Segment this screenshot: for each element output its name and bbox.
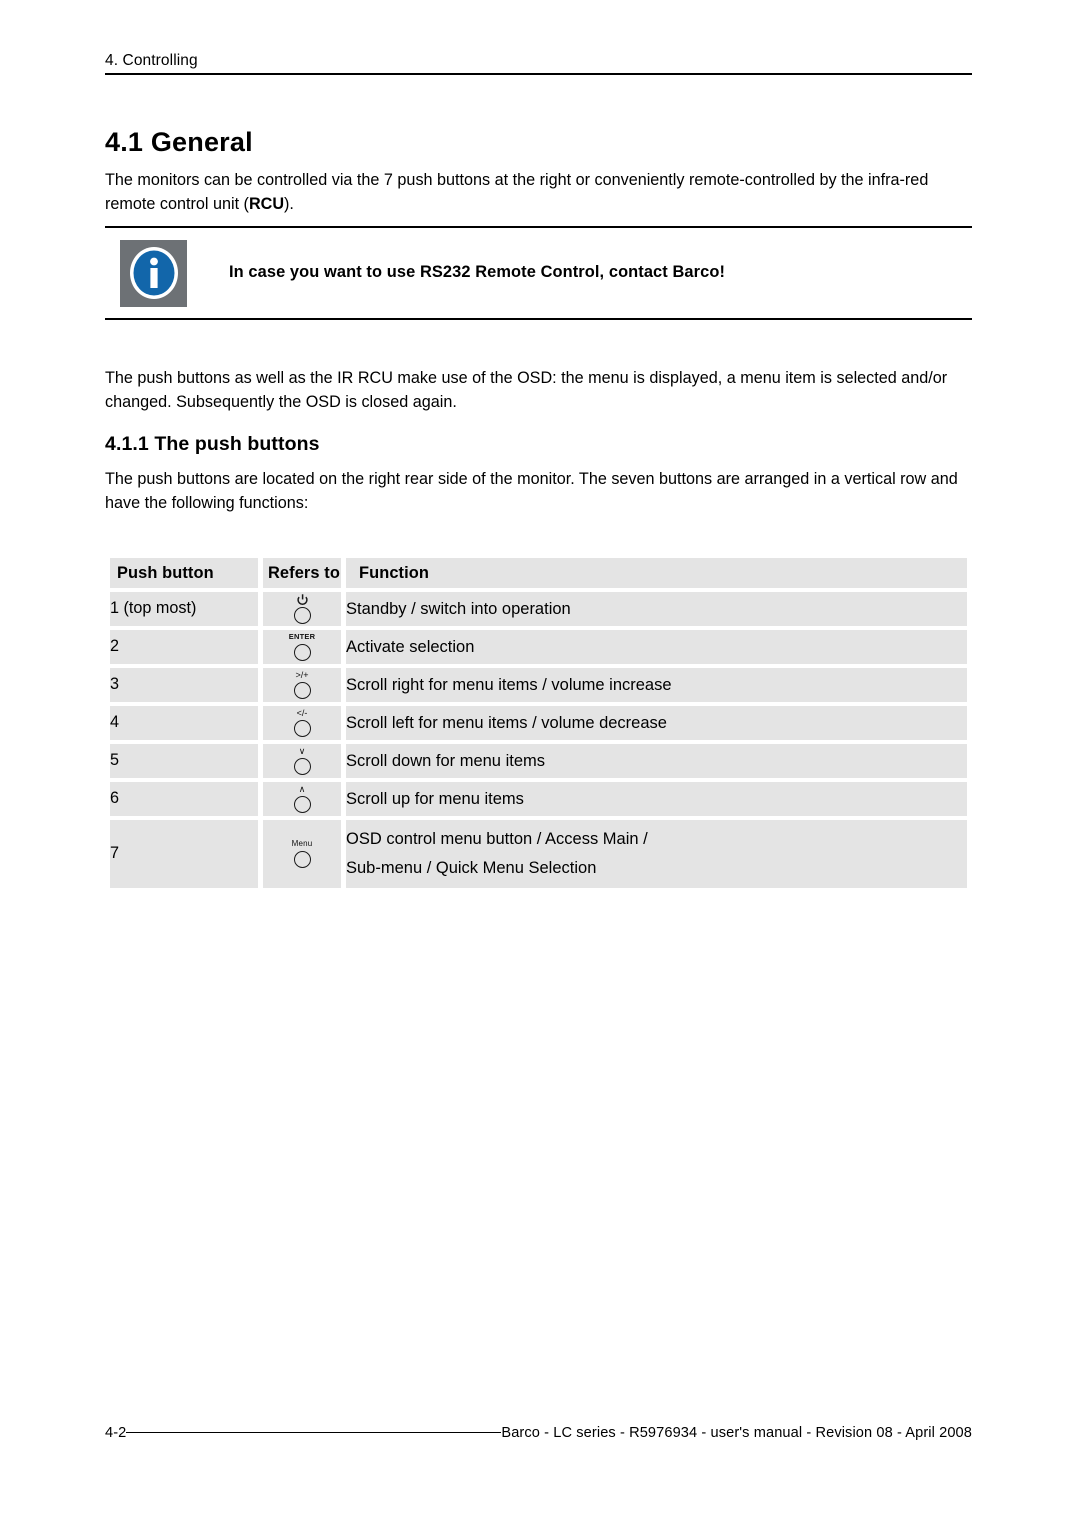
table-row: 4 </- Scroll left for menu items / volum… [110,706,967,740]
cell-refers-to: Menu [263,820,341,888]
button-ring [293,758,311,775]
table-row: 5 ∨ Scroll down for menu items [110,744,967,778]
intro-text-bold: RCU [248,195,285,213]
button-ring [293,796,311,813]
button-label: ∨ [298,746,306,756]
running-header-chapter: 4. Controlling [105,52,198,69]
button-label: Menu [291,839,313,848]
info-note-box: In case you want to use RS232 Remote Con… [105,226,972,320]
push-buttons-table: Push button Refers to Function 1 (top mo… [105,554,972,892]
cell-push-button-number: 4 [110,706,258,740]
location-paragraph: The push buttons are located on the righ… [105,470,958,512]
button-ring [293,682,311,699]
button-ring [293,607,311,624]
table-header-row: Push button Refers to Function [110,558,967,588]
cell-refers-to: >/+ [263,668,341,702]
cell-function: Scroll down for menu items [346,744,967,778]
running-header: 4. Controlling [105,52,972,76]
cell-refers-to: ENTER [263,630,341,664]
osd-paragraph: The push buttons as well as the IR RCU m… [105,369,948,411]
subsection-heading: 4.1.1 The push buttons [105,433,320,455]
power-standby-button-icon [263,594,341,624]
enter-button-icon: ENTER [263,633,341,661]
table-row: 6 ∧ Scroll up for menu items [110,782,967,816]
cell-function: Scroll up for menu items [346,782,967,816]
page-footer: 4-2 Barco - LC series - R5976934 - user'… [105,1425,972,1441]
info-icon [120,239,187,307]
intro-paragraph: The monitors can be controlled via the 7… [105,168,977,216]
cell-push-button-number: 6 [110,782,258,816]
button-ring [293,851,311,868]
scroll-up-button-icon: ∧ [263,785,341,813]
document-page: 4. Controlling 4.1 General The monitors … [0,0,1080,1528]
running-header-rule [105,73,972,76]
button-ring [293,644,311,661]
table-row: 3 >/+ Scroll right for menu items / volu… [110,668,967,702]
cell-function: OSD control menu button / Access Main / … [346,820,967,888]
column-header-push-button: Push button [110,558,258,588]
cell-push-button-number: 5 [110,744,258,778]
button-ring [293,720,311,737]
table-header: Push button Refers to Function [110,558,967,588]
section-heading: 4.1 General [105,127,253,157]
cell-push-button-number: 2 [110,630,258,664]
cell-refers-to: ∧ [263,782,341,816]
footer-page-number: 4-2 [105,1425,127,1441]
scroll-right-button-icon: >/+ [263,671,341,699]
cell-push-button-number: 1 (top most) [110,592,258,626]
button-label: </- [296,708,308,718]
info-note-text: In case you want to use RS232 Remote Con… [229,263,726,282]
menu-button-icon: Menu [263,840,341,868]
table-body: 1 (top most) Standby / switch into opera… [110,592,967,888]
cell-push-button-number: 3 [110,668,258,702]
cell-function: Scroll right for menu items / volume inc… [346,668,967,702]
cell-function: Scroll left for menu items / volume decr… [346,706,967,740]
cell-function: Activate selection [346,630,967,664]
button-label: ENTER [288,632,316,641]
cell-refers-to [263,592,341,626]
footer-meta: Barco - LC series - R5976934 - user's ma… [501,1425,972,1441]
column-header-function: Function [346,558,967,588]
button-label: >/+ [295,670,309,680]
cell-refers-to: ∨ [263,744,341,778]
scroll-down-button-icon: ∨ [263,747,341,775]
table-row: 1 (top most) Standby / switch into opera… [110,592,967,626]
intro-text-after: ). [284,195,294,213]
cell-refers-to: </- [263,706,341,740]
cell-function: Standby / switch into operation [346,592,967,626]
cell-push-button-number: 7 [110,820,258,888]
footer-rule [126,1431,502,1433]
table-row: 7 Menu OSD control menu button / Access … [110,820,967,888]
scroll-left-button-icon: </- [263,709,341,737]
intro-text-before: The monitors can be controlled via the 7… [105,171,929,213]
button-label: ∧ [298,784,306,794]
column-header-refers-to: Refers to [263,558,341,588]
table-row: 2 ENTER Activate selection [110,630,967,664]
